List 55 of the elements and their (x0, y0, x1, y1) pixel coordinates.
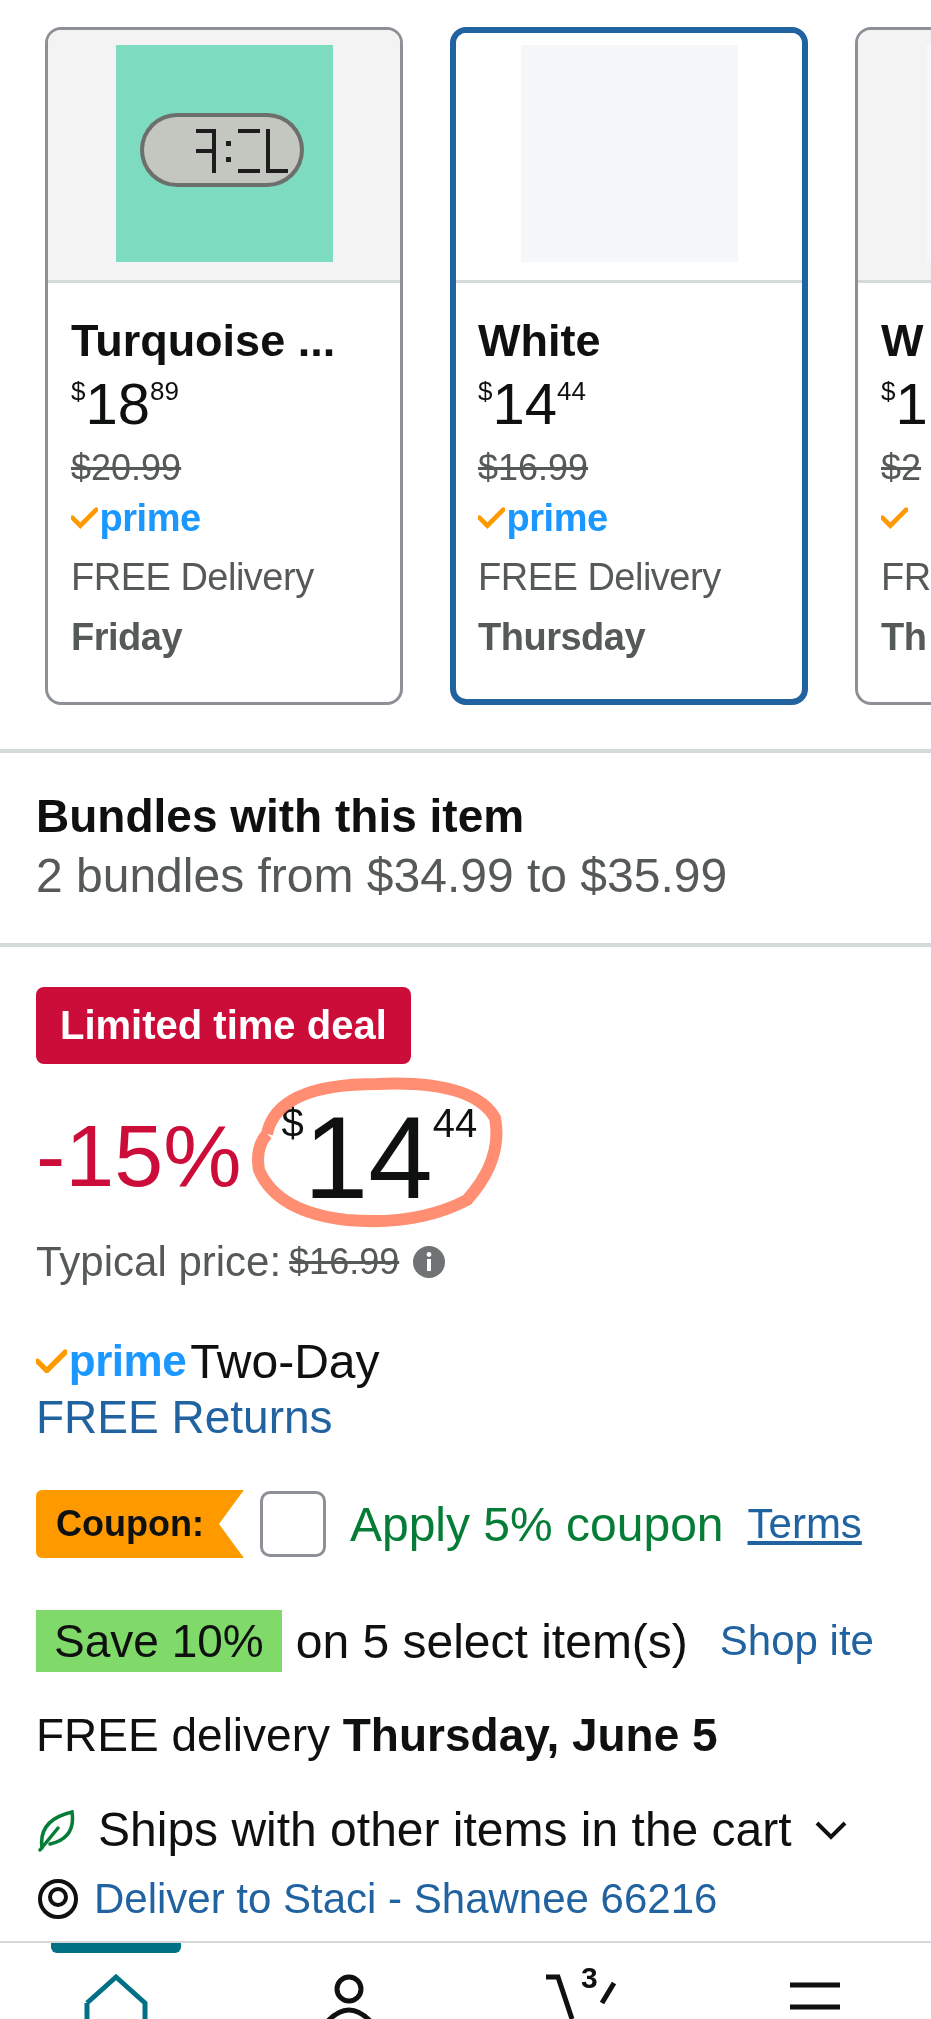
check-icon (71, 507, 98, 529)
typical-price-label: Typical price: (36, 1238, 282, 1286)
currency-symbol: $ (71, 378, 86, 404)
bundles-summary: 2 bundles from $34.99 to $35.99 (36, 848, 729, 904)
list-price: $2 (881, 447, 922, 489)
deal-price-fraction: 44 (432, 1103, 478, 1143)
prime-logo: prime (506, 499, 608, 537)
price-whole: 18 (85, 375, 150, 433)
ships-with-text[interactable]: Ships with other items in the cart (98, 1802, 792, 1857)
delivery-label: FREE Delivery (71, 555, 314, 600)
delivery-date: FREE delivery Thursday, June 5 (36, 1708, 719, 1762)
typical-price: $16.99 (289, 1241, 400, 1283)
shop-items-link[interactable]: Shop ite (719, 1617, 874, 1665)
delivery-day: Th (881, 607, 927, 667)
deliver-to-link[interactable]: Deliver to Staci - Shawnee 66216 (94, 1875, 718, 1923)
currency-symbol: $ (881, 378, 896, 404)
currency-symbol: $ (281, 1103, 304, 1143)
variant-name: Turquoise ... (71, 314, 336, 368)
shipping-speed: Two-Day (190, 1333, 380, 1389)
terms-link[interactable]: Terms (747, 1500, 862, 1548)
price-fraction: 44 (557, 378, 586, 404)
chevron-icon[interactable] (813, 1819, 848, 1840)
prime-logo: prime (68, 1339, 187, 1383)
delivery-day: Friday (71, 607, 183, 667)
variant-name: W (881, 314, 924, 368)
list-price: $20.99 (71, 447, 182, 489)
leaf-icon (36, 1807, 76, 1852)
delivery-day: Thursday (478, 607, 646, 667)
delivery-label: FR (881, 555, 931, 600)
cart-count: 3 (580, 1961, 598, 1995)
location-icon (36, 1877, 80, 1921)
discount-percent: -15% (36, 1112, 242, 1200)
check-icon (478, 507, 505, 529)
bundles-title: Bundles with this item (36, 789, 526, 843)
variant-card[interactable]: W $1 $2 FR Th (855, 27, 931, 705)
check-icon (881, 507, 908, 529)
deal-badge: Limited time deal (36, 987, 411, 1064)
prime-logo: prime (99, 499, 201, 537)
savings-badge: Save 10% (36, 1610, 282, 1672)
check-icon (36, 1348, 67, 1374)
coupon-badge: Coupon: (36, 1490, 244, 1558)
nav-tab[interactable]: 3 (516, 1943, 647, 2019)
price-whole: 14 (492, 375, 557, 433)
deal-price-whole: 14 (303, 1100, 433, 1216)
promotion-text: on 5 select item(s) (295, 1613, 688, 1669)
currency-symbol: $ (478, 378, 493, 404)
coupon-label: Apply 5% coupon (349, 1496, 724, 1552)
coupon-checkbox[interactable] (259, 1491, 326, 1557)
delivery-label: FREE Delivery (478, 555, 721, 600)
list-price: $16.99 (478, 447, 589, 489)
price-fraction: 89 (150, 378, 179, 404)
price-whole: 1 (895, 375, 928, 433)
free-returns-link[interactable]: FREE Returns (36, 1391, 333, 1443)
info-icon[interactable] (413, 1246, 446, 1278)
variant-name: White (478, 314, 601, 368)
